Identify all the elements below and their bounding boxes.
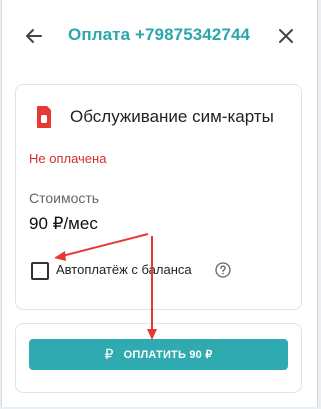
question-circle-icon[interactable] [215, 262, 231, 278]
payment-status: Не оплачена [29, 151, 107, 166]
ruble-icon: ₽ [104, 346, 114, 362]
service-name: Обслуживание сим-карты [70, 107, 274, 126]
cost-value: 90 ₽/мес [29, 214, 98, 233]
dialog-title: Оплата +79875342744 [68, 25, 251, 44]
pay-button-label: ОПЛАТИТЬ 90 ₽ [123, 349, 213, 361]
arrow-left-icon[interactable] [24, 26, 44, 46]
autopay-checkbox[interactable] [31, 262, 49, 280]
pay-button[interactable]: ₽ ОПЛАТИТЬ 90 ₽ [29, 339, 288, 370]
autopay-label[interactable]: Автоплатёж с баланса [56, 262, 192, 277]
dialog-header: Оплата +79875342744 [2, 0, 317, 72]
close-icon[interactable] [277, 27, 295, 45]
cost-label: Стоимость [29, 190, 100, 206]
sim-card-icon [37, 106, 51, 128]
